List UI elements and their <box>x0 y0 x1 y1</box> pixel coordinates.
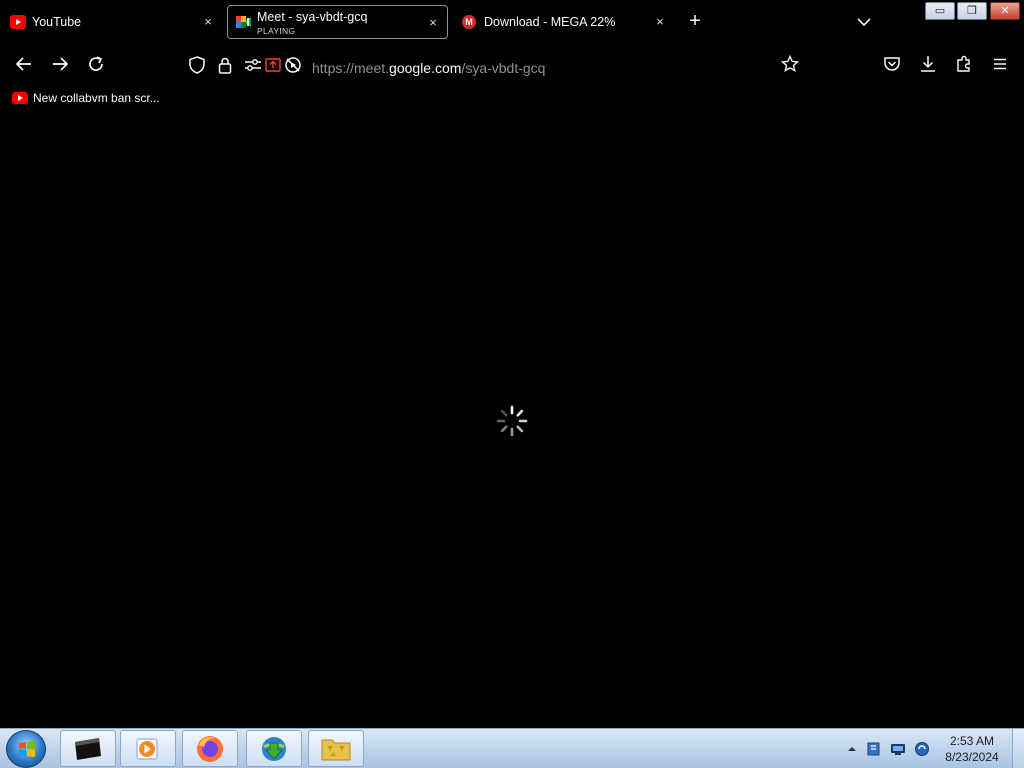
youtube-icon <box>12 92 28 104</box>
lock-icon[interactable] <box>216 56 234 74</box>
network-icon[interactable] <box>890 741 906 757</box>
bookmark-label: New collabvm ban scr... <box>33 91 160 105</box>
loading-spinner-icon <box>496 405 528 437</box>
show-desktop-button[interactable] <box>1012 729 1024 768</box>
downloads-button[interactable] <box>916 52 940 76</box>
permissions-icon[interactable] <box>244 56 262 74</box>
windows-taskbar: 2:53 AM 8/23/2024 <box>0 728 1024 768</box>
url-path: /sya-vbdt-gcq <box>461 60 546 76</box>
system-clock[interactable]: 2:53 AM 8/23/2024 <box>940 733 1004 765</box>
reload-button[interactable] <box>84 52 108 76</box>
folder-icon <box>321 739 351 760</box>
url-host: google.com <box>389 60 462 76</box>
page-content <box>0 112 1024 728</box>
google-meet-icon <box>236 15 252 29</box>
bookmarks-toolbar: New collabvm ban scr... <box>0 84 1024 112</box>
restore-button[interactable]: ❐ <box>957 2 987 20</box>
bookmark-star-button[interactable] <box>778 52 802 76</box>
chevron-down-icon <box>857 18 871 27</box>
media-player-icon <box>136 738 158 759</box>
firefox-icon <box>197 735 223 762</box>
address-bar[interactable]: https://meet.google.com/sya-vbdt-gcq <box>182 48 822 80</box>
tab-close-icon[interactable]: × <box>652 13 668 29</box>
tab-meet[interactable]: Meet - sya-vbdt-gcq PLAYING × <box>227 5 448 39</box>
pocket-icon <box>884 57 900 71</box>
tab-strip: YouTube × Meet - sya-vbdt-gcq PLAYING × … <box>0 0 1024 44</box>
tab-label: Meet - sya-vbdt-gcq <box>257 10 368 24</box>
navigation-toolbar: https://meet.google.com/sya-vbdt-gcq <box>0 44 1024 84</box>
tab-mega[interactable]: M Download - MEGA 22% × <box>452 5 674 39</box>
tab-playing-label: PLAYING <box>257 26 296 36</box>
download-icon <box>921 56 935 72</box>
windows-logo-icon <box>19 741 35 757</box>
list-all-tabs-button[interactable] <box>853 12 875 32</box>
hamburger-menu-icon <box>994 58 1006 70</box>
forward-button[interactable] <box>48 52 72 76</box>
extensions-button[interactable] <box>952 52 976 76</box>
arrow-right-icon <box>53 57 69 71</box>
taskbar-item-folder[interactable] <box>308 730 364 767</box>
tab-close-icon[interactable]: × <box>425 14 441 30</box>
clock-time: 2:53 AM <box>949 734 995 748</box>
taskbar-item-download-manager[interactable] <box>246 730 302 767</box>
action-center-flag-icon[interactable] <box>866 741 882 757</box>
bookmark-item[interactable]: New collabvm ban scr... <box>12 91 160 105</box>
taskbar-item-cmd[interactable] <box>60 730 116 767</box>
url-text[interactable]: https://meet.google.com/sya-vbdt-gcq <box>312 60 545 76</box>
tracking-protection-shield-icon[interactable] <box>188 56 206 74</box>
cmd-icon <box>75 737 101 760</box>
youtube-icon <box>10 15 26 29</box>
url-prefix: https://meet. <box>312 60 390 76</box>
pocket-button[interactable] <box>880 52 904 76</box>
tab-label: Download - MEGA 22% <box>484 15 616 29</box>
tab-youtube[interactable]: YouTube × <box>0 5 222 39</box>
autoplay-blocked-icon[interactable] <box>284 56 302 74</box>
star-icon <box>781 55 799 73</box>
tab-close-icon[interactable]: × <box>200 13 216 29</box>
back-button[interactable] <box>12 52 36 76</box>
restore-icon: ❐ <box>967 5 977 17</box>
close-window-button[interactable]: ✕ <box>990 2 1020 20</box>
taskbar-item-firefox[interactable] <box>182 730 238 767</box>
clock-date: 8/23/2024 <box>945 750 999 764</box>
arrow-left-icon <box>15 57 31 71</box>
minimize-button[interactable]: ▭ <box>925 2 955 20</box>
screen-sharing-icon[interactable] <box>264 56 282 74</box>
close-icon: ✕ <box>1000 5 1010 17</box>
minimize-icon: ▭ <box>934 5 946 17</box>
system-tray: 2:53 AM 8/23/2024 <box>840 729 1024 768</box>
app-menu-button[interactable] <box>988 52 1012 76</box>
internet-download-manager-icon <box>262 736 286 761</box>
puzzle-piece-icon <box>957 55 970 72</box>
show-hidden-icons-icon[interactable] <box>844 741 860 757</box>
volume-icon[interactable] <box>914 741 930 757</box>
tab-label: YouTube <box>32 15 82 29</box>
mega-icon: M <box>462 15 476 29</box>
reload-icon <box>89 56 103 71</box>
new-tab-button[interactable]: + <box>684 11 706 33</box>
start-button[interactable] <box>6 730 46 768</box>
taskbar-item-media-player[interactable] <box>120 730 176 767</box>
